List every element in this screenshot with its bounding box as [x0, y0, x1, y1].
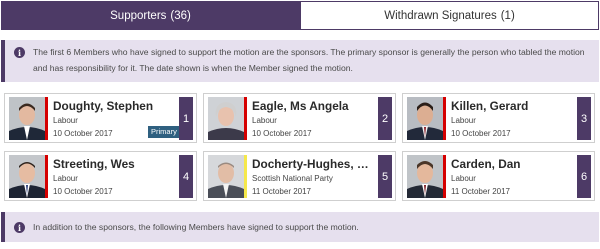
tab-supporters-count: (36) — [170, 9, 191, 22]
sponsor-number: 6 — [577, 155, 591, 198]
member-card[interactable]: Doughty, Stephen Labour 10 October 2017 … — [4, 93, 197, 143]
member-card[interactable]: Docherty-Hughes, Martin Scottish Nationa… — [203, 151, 396, 201]
member-party: Labour — [53, 174, 78, 183]
info-icon: i — [14, 222, 25, 233]
party-color-bar — [244, 97, 247, 140]
member-signed-date: 11 October 2017 — [451, 187, 511, 196]
sponsor-number: 5 — [378, 155, 392, 198]
tab-withdrawn-count: (1) — [500, 9, 515, 22]
tab-bar: Supporters (36) Withdrawn Signatures (1) — [1, 1, 599, 30]
sponsor-number: 4 — [179, 155, 193, 198]
info-icon: i — [14, 47, 25, 58]
member-signed-date: 11 October 2017 — [252, 187, 312, 196]
member-signed-date: 10 October 2017 — [53, 129, 113, 138]
member-name[interactable]: Streeting, Wes — [53, 157, 179, 171]
party-color-bar — [244, 155, 247, 198]
member-signed-date: 10 October 2017 — [252, 129, 312, 138]
primary-sponsor-badge: Primary — [148, 126, 180, 138]
sponsors-info-text: The first 6 Members who have signed to s… — [33, 47, 585, 73]
member-name[interactable]: Killen, Gerard — [451, 99, 577, 113]
other-signatories-notice: i In addition to the sponsors, the follo… — [1, 212, 599, 242]
member-party: Labour — [451, 116, 476, 125]
tab-withdrawn-signatures[interactable]: Withdrawn Signatures (1) — [300, 1, 599, 30]
member-name[interactable]: Docherty-Hughes, Martin — [252, 157, 378, 171]
tab-supporters-label: Supporters — [110, 9, 167, 22]
member-party: Labour — [451, 174, 476, 183]
sponsor-number: 2 — [378, 97, 392, 140]
member-signed-date: 10 October 2017 — [451, 129, 511, 138]
member-name[interactable]: Carden, Dan — [451, 157, 577, 171]
member-photo — [208, 97, 244, 140]
party-color-bar — [45, 155, 48, 198]
sponsor-number: 1 — [179, 97, 193, 140]
member-photo — [208, 155, 244, 198]
member-card[interactable]: Eagle, Ms Angela Labour 10 October 2017 … — [203, 93, 396, 143]
sponsors-info-notice: i The first 6 Members who have signed to… — [1, 40, 599, 82]
other-signatories-text: In addition to the sponsors, the followi… — [33, 222, 359, 232]
member-name[interactable]: Doughty, Stephen — [53, 99, 179, 113]
member-party: Labour — [53, 116, 78, 125]
member-photo — [9, 97, 45, 140]
tab-supporters[interactable]: Supporters (36) — [1, 1, 300, 30]
member-photo — [407, 97, 443, 140]
member-card[interactable]: Carden, Dan Labour 11 October 2017 6 — [402, 151, 595, 201]
member-signed-date: 10 October 2017 — [53, 187, 113, 196]
tab-withdrawn-label: Withdrawn Signatures — [384, 9, 497, 22]
party-color-bar — [443, 97, 446, 140]
member-photo — [407, 155, 443, 198]
member-name[interactable]: Eagle, Ms Angela — [252, 99, 378, 113]
member-party: Labour — [252, 116, 277, 125]
member-card[interactable]: Killen, Gerard Labour 10 October 2017 3 — [402, 93, 595, 143]
member-photo — [9, 155, 45, 198]
sponsor-number: 3 — [577, 97, 591, 140]
party-color-bar — [45, 97, 48, 140]
party-color-bar — [443, 155, 446, 198]
member-card[interactable]: Streeting, Wes Labour 10 October 2017 4 — [4, 151, 197, 201]
member-party: Scottish National Party — [252, 174, 333, 183]
